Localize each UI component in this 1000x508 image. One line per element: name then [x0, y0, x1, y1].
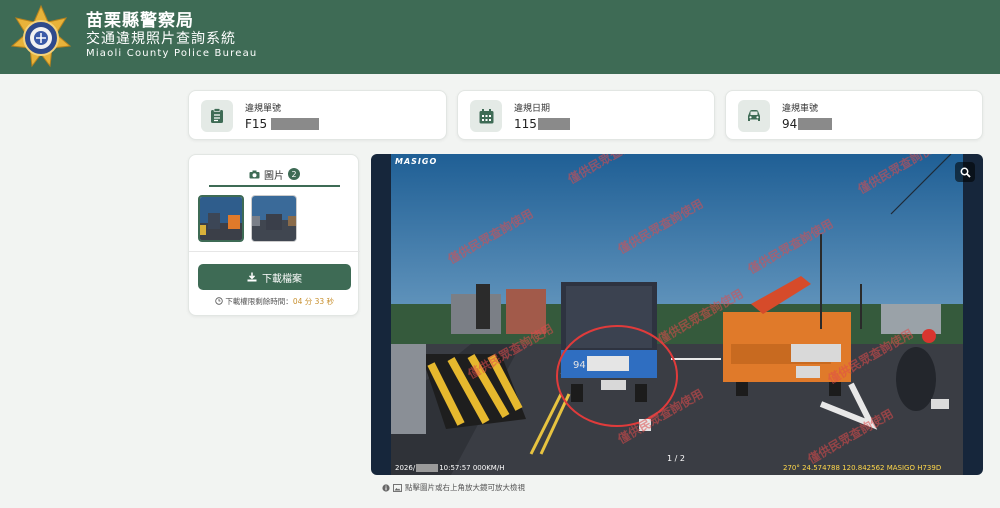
viewer-hint-text: 點擊圖片或右上角放大鏡可放大檢視: [405, 483, 525, 492]
viewer-hint: 點擊圖片或右上角放大鏡可放大檢視: [382, 482, 525, 493]
redaction-mask: [416, 464, 439, 472]
camera-brand-label: MASIGO: [395, 157, 438, 166]
timer-label: 下載權限剩餘時間：: [225, 297, 293, 306]
timer-value: 04 分 33 秒: [292, 297, 335, 306]
image-counter: 1 / 2: [667, 454, 685, 463]
timestamp-prefix: 2026/: [395, 464, 416, 472]
zoom-button[interactable]: [955, 162, 975, 182]
photo-count-badge: 2: [288, 168, 300, 180]
plate-number-label: 違規車號: [782, 104, 819, 114]
panel-divider: [189, 251, 360, 252]
violation-number-card: 違規單號 F15: [188, 90, 447, 140]
timestamp-suffix: 10:57:57 000KM/H: [439, 464, 505, 472]
image-icon: [393, 483, 402, 492]
redaction-mask: [798, 118, 833, 130]
violation-date-card: 違規日期 115: [457, 90, 715, 140]
image-viewer[interactable]: 94 僅供民眾查詢使用 僅供民眾查詢使用 僅供民眾查詢使用 僅供民眾查詢使用 僅…: [371, 154, 983, 475]
redaction-mask: [537, 118, 570, 130]
app-header: 苗栗縣警察局 交通違規照片查詢系統 Miaoli County Police B…: [0, 0, 1000, 74]
violation-date-label: 違規日期: [514, 104, 551, 114]
header-english-name: Miaoli County Police Bureau: [86, 48, 258, 59]
violation-date-value: 115: [514, 117, 570, 131]
police-badge-icon: [10, 4, 72, 68]
download-icon: [247, 272, 257, 282]
photo-panel: 圖片 2 下載檔案 下載權限剩餘時間：04 分 33 秒: [188, 154, 360, 316]
violation-number-value: F15: [245, 117, 320, 131]
photo-thumbnail-1[interactable]: [198, 195, 244, 242]
photo-thumbnail-2[interactable]: [251, 195, 297, 242]
clock-icon: [215, 297, 223, 305]
violation-photo[interactable]: 94 僅供民眾查詢使用 僅供民眾查詢使用 僅供民眾查詢使用 僅供民眾查詢使用 僅…: [391, 154, 963, 475]
violation-number-label: 違規單號: [245, 104, 282, 114]
calendar-icon: [470, 100, 502, 132]
camera-icon: [249, 170, 260, 178]
car-icon: [738, 100, 770, 132]
redaction-mask: [271, 118, 320, 130]
tab-photos-label: 圖片: [264, 170, 284, 182]
magnifier-icon: [960, 167, 971, 178]
download-button[interactable]: 下載檔案: [198, 264, 351, 290]
download-timer: 下載權限剩餘時間：04 分 33 秒: [189, 296, 360, 307]
tab-photos[interactable]: 圖片 2: [209, 163, 340, 187]
plate-number-value: 94: [782, 117, 833, 131]
clipboard-icon: [201, 100, 233, 132]
gps-overlay: 270° 24.574788 120.842562 MASIGO H739D: [783, 464, 942, 472]
plate-number-card: 違規車號 94: [725, 90, 983, 140]
header-subtitle: 交通違規照片查詢系統: [86, 31, 236, 47]
download-button-label: 下載檔案: [262, 273, 302, 285]
timestamp-overlay: 2026/10:57:57 000KM/H: [395, 464, 504, 472]
info-icon: [382, 483, 390, 492]
plate-prefix-text: 94: [573, 360, 586, 371]
